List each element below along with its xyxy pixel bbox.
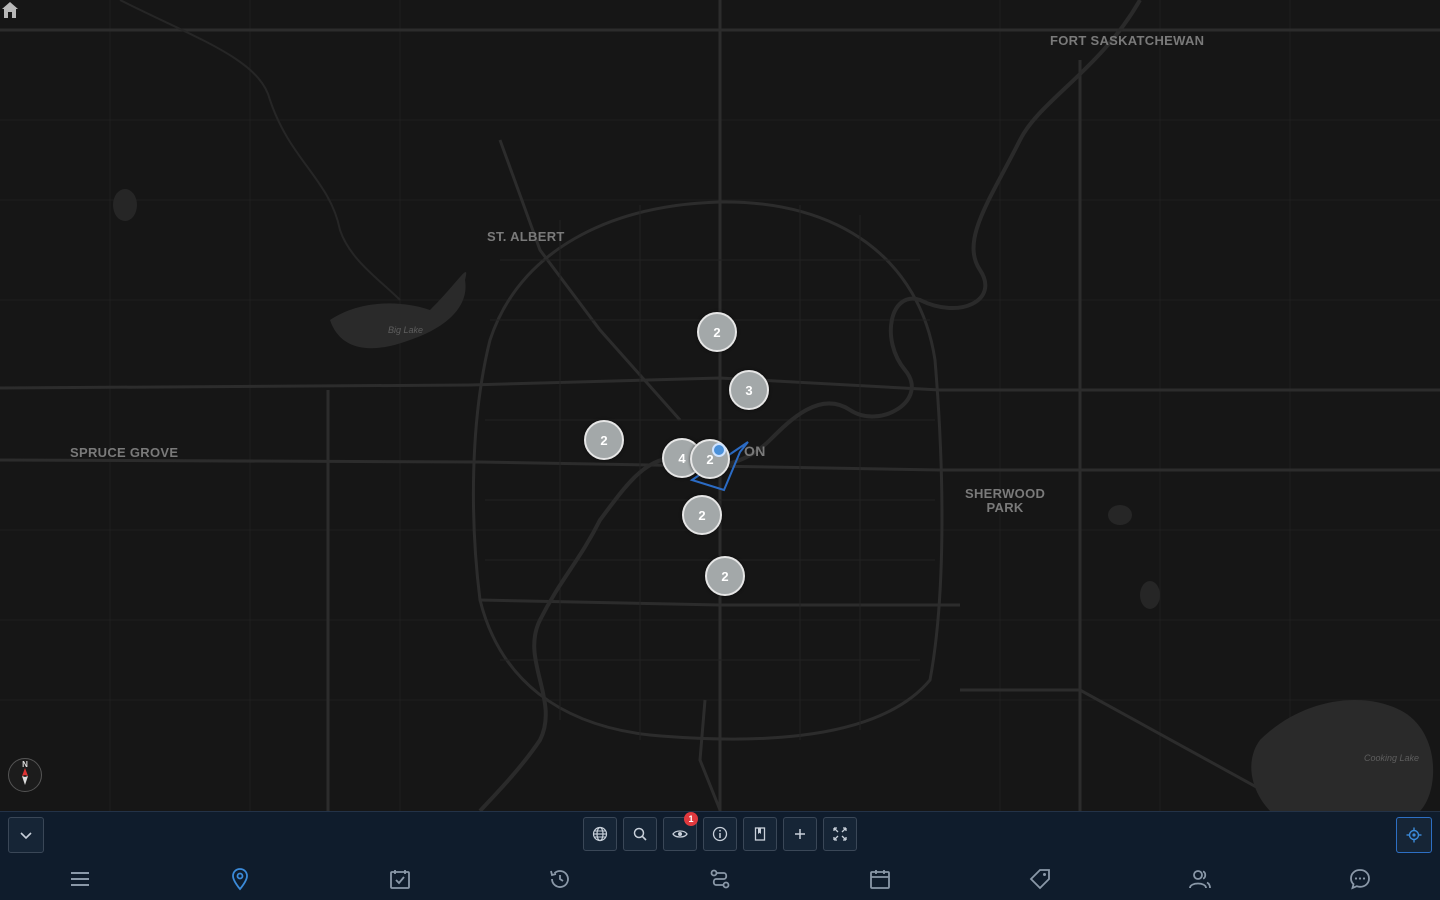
chevron-down-icon [20,832,32,840]
map-canvas[interactable]: FORT SASKATCHEWAN ST. ALBERT SPRUCE GROV… [0,0,1440,811]
users-icon [1189,870,1211,889]
visibility-badge: 1 [684,812,698,826]
tag-icon [1029,869,1050,890]
search-button[interactable] [623,817,657,851]
collapse-panel-button[interactable] [8,817,44,853]
menu-icon [71,872,89,886]
map-roads [0,0,1440,811]
locate-me-button[interactable] [1396,817,1432,853]
home-icon[interactable] [0,0,20,20]
marker-cluster[interactable]: 2 [705,556,745,596]
globe-button[interactable] [583,817,617,851]
calendar-icon [870,870,890,889]
chat-icon [1350,869,1370,890]
place-label-fort-saskatchewan: FORT SASKATCHEWAN [1050,33,1205,48]
globe-icon [592,826,608,842]
nav-tags[interactable] [1027,866,1053,892]
history-icon [550,870,569,888]
bottom-navigation [0,857,1440,900]
compass-button[interactable]: N [8,758,42,792]
marker-cluster[interactable]: 2 [697,312,737,352]
water-label-big-lake: Big Lake [388,325,424,335]
marker-cluster[interactable]: 3 [729,370,769,410]
nav-calendar[interactable] [867,866,893,892]
nav-map[interactable] [227,866,253,892]
fullscreen-button[interactable] [823,817,857,851]
route-icon [710,869,730,889]
plus-icon [795,829,805,839]
eye-icon [672,830,688,838]
nav-routes[interactable] [707,866,733,892]
place-label-st-albert: ST. ALBERT [487,229,565,244]
nav-tasks[interactable] [387,866,413,892]
water-label-cooking-lake: Cooking Lake [1364,753,1420,763]
search-icon [633,827,647,841]
bookmark-icon [754,827,766,841]
crosshair-icon [1406,827,1422,843]
map-pin-icon [232,868,248,891]
nav-contacts[interactable] [1187,866,1213,892]
bookmark-button[interactable] [743,817,777,851]
place-label-spruce-grove: SPRUCE GROVE [70,445,179,460]
place-label-sherwood-park: SHERWOOD PARK [965,486,1046,515]
add-button[interactable] [783,817,817,851]
marker-cluster[interactable]: 2 [584,420,624,460]
place-label-edmonton: ON [744,443,766,459]
checklist-icon [390,870,410,889]
compass-needle-icon [22,768,28,785]
marker-cluster[interactable]: 2 [682,495,722,535]
info-button[interactable] [703,817,737,851]
map-toolbar: 1 [0,811,1440,857]
nav-menu[interactable] [67,866,93,892]
fullscreen-icon [833,827,847,841]
nav-history[interactable] [547,866,573,892]
nav-messages[interactable] [1347,866,1373,892]
visibility-button[interactable]: 1 [663,812,698,851]
info-icon [712,826,728,842]
current-location-dot[interactable] [712,443,726,457]
